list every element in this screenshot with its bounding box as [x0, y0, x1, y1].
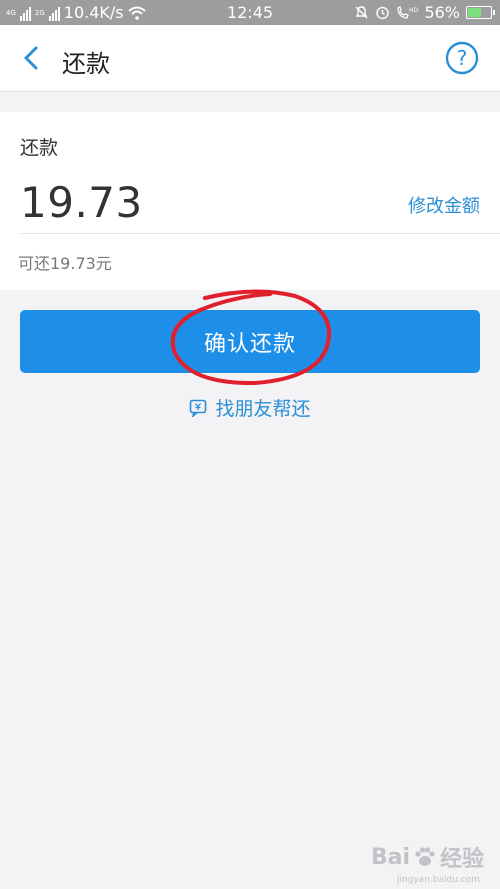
mute-bell-icon — [355, 6, 368, 19]
chat-money-icon — [190, 399, 207, 417]
svg-text:HD: HD — [409, 7, 418, 14]
hd-call-icon: HD — [397, 6, 418, 19]
confirm-repay-button[interactable]: 确认还款 — [20, 310, 480, 373]
divider — [20, 233, 500, 234]
confirm-repay-label: 确认还款 — [203, 331, 296, 357]
question-circle-icon: ? — [445, 41, 479, 75]
watermark-text-right: 经验 — [439, 847, 484, 872]
alarm-icon — [376, 6, 390, 20]
page-title: 还款 — [62, 50, 110, 78]
watermark-text-left: Bai — [370, 844, 410, 870]
amount-input[interactable]: 19.73 — [20, 178, 143, 227]
nav-bar: 还款 ? — [0, 25, 500, 92]
repay-card: 还款 19.73 修改金额 可还19.73元 — [0, 112, 500, 290]
paw-icon — [415, 847, 435, 866]
svg-text:?: ? — [457, 46, 468, 70]
friend-help-label: 找朋友帮还 — [215, 398, 311, 420]
friend-help-link[interactable]: 找朋友帮还 — [0, 394, 500, 421]
repay-label: 还款 — [20, 137, 59, 159]
edit-amount-link[interactable]: 修改金额 — [408, 192, 480, 218]
baidu-watermark: Bai 经验 — [371, 841, 484, 873]
help-button[interactable]: ? — [445, 41, 479, 75]
status-right: HD 56% — [354, 3, 495, 22]
battery-percent: 56% — [424, 3, 460, 22]
watermark-url: jingyan.baidu.com — [396, 875, 480, 885]
battery-icon — [466, 6, 495, 19]
back-button[interactable] — [18, 43, 46, 73]
available-amount: 可还19.73元 — [18, 254, 112, 273]
chevron-left-icon — [24, 46, 38, 70]
status-bar: 4G 2G 10.4K/s 12:45 HD 56% — [0, 0, 500, 25]
